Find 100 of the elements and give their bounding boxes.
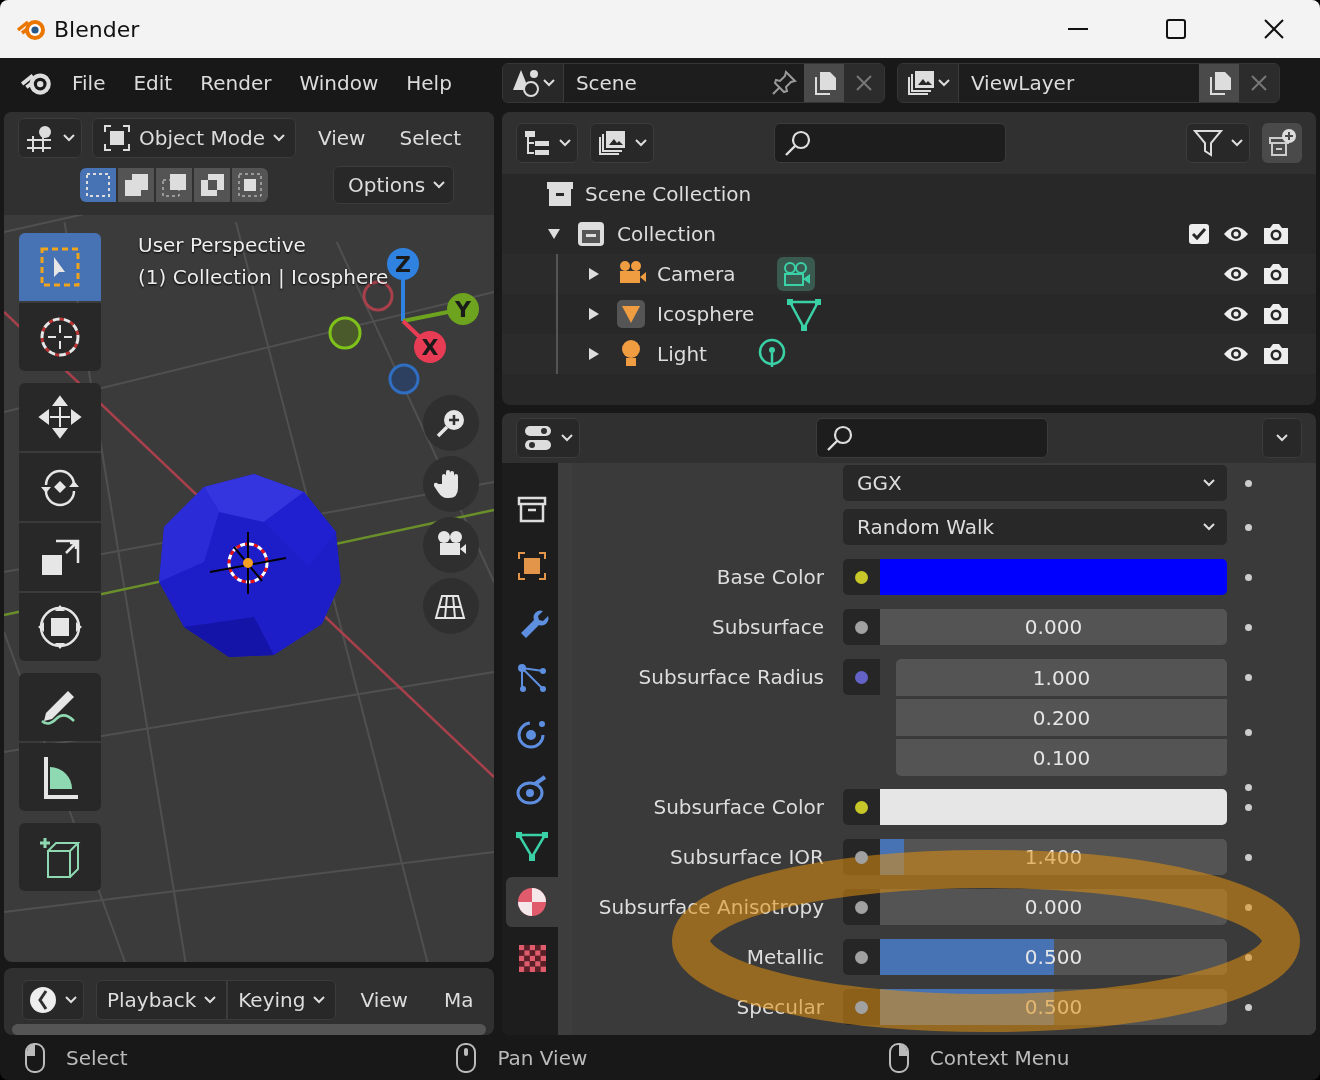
tool-settings-dropdown[interactable] [18,118,82,158]
tool-button[interactable] [19,743,101,811]
expanded-arrow-icon[interactable] [547,227,561,241]
keyframe-dot[interactable] [1245,854,1252,861]
socket-slot[interactable] [843,609,880,645]
duplicate-button[interactable] [1198,64,1239,102]
display-mode-dropdown[interactable] [516,123,578,163]
negative-axis-circle[interactable] [328,316,362,350]
value-slider[interactable]: 0.000 [880,889,1227,925]
tool-button[interactable] [19,593,101,661]
navigation-button[interactable] [423,456,479,512]
maximize-icon [1166,19,1186,39]
view-layer-name-field[interactable]: ViewLayer [958,64,1199,102]
search-field[interactable] [774,123,1006,163]
search-field[interactable] [816,418,1048,458]
socket-slot[interactable] [843,939,880,975]
camera-icon[interactable] [1262,262,1290,286]
selection-mode-button[interactable] [194,168,230,202]
vector-value-field[interactable]: 1.000 [896,659,1227,696]
eye-icon[interactable] [1222,264,1250,284]
keyframe-dot[interactable] [1245,784,1252,791]
properties-tab[interactable] [506,877,558,927]
editor-type-dropdown[interactable] [516,418,580,458]
header-menu[interactable]: Select [387,126,474,150]
dropdown-field[interactable]: Random Walk [843,509,1227,545]
timeline-menu-dropdown[interactable]: Keying [227,980,337,1020]
outliner-item-name[interactable]: Scene Collection [585,182,752,206]
socket-slot[interactable] [843,889,880,925]
tool-button[interactable] [19,523,101,591]
socket-slot[interactable] [843,839,880,875]
menu-item[interactable]: Render [186,71,286,95]
keyframe-dot[interactable] [1245,904,1252,911]
tool-button[interactable] [19,453,101,521]
keyframe-dot[interactable] [1245,624,1252,631]
keyframe-dot[interactable] [1245,729,1252,736]
pin-button[interactable] [763,64,804,102]
options-dropdown[interactable]: Options [333,166,455,204]
socket-slot[interactable] [843,559,880,595]
tool-button[interactable] [19,383,101,451]
scene-name-field[interactable]: Scene [563,64,764,102]
menu-item[interactable]: Edit [119,71,187,95]
keyframe-dot[interactable] [1245,574,1252,581]
keyframe-dot[interactable] [1245,954,1252,961]
keyframe-dot[interactable] [1245,1004,1252,1011]
view-layer-dropdown[interactable] [590,123,654,163]
navigation-button[interactable] [423,517,479,573]
keyframe-dot[interactable] [1245,804,1252,811]
view-layer-type-dropdown[interactable] [897,64,959,102]
navigation-button[interactable] [423,578,479,634]
search-icon [783,128,813,158]
keyframe-dot[interactable] [1245,524,1252,531]
scene-type-dropdown[interactable] [502,64,564,102]
timeline-menu[interactable]: View [348,988,420,1012]
camera-icon[interactable] [1262,302,1290,326]
camera-icon[interactable] [1262,342,1290,366]
menu-item[interactable]: File [58,71,120,95]
selection-mode-button[interactable] [232,168,268,202]
eye-icon[interactable] [1222,224,1250,244]
selection-mode-button[interactable] [118,168,154,202]
collapsed-arrow-icon[interactable] [587,267,601,281]
chevron-down-icon [1231,139,1243,147]
vector-value-field[interactable]: 0.100 [896,739,1227,776]
vector-value-field[interactable]: 0.200 [896,699,1227,736]
tool-button[interactable] [19,823,101,891]
dropdown-field[interactable]: GGX [843,465,1227,501]
collapsed-arrow-icon[interactable] [587,307,601,321]
tool-button[interactable] [19,673,101,741]
timeline-menu[interactable]: Ma [431,988,486,1012]
keyframe-dot[interactable] [1245,674,1252,681]
editor-type-dropdown[interactable] [22,980,84,1020]
filter-dropdown[interactable] [1186,123,1250,163]
collapsed-arrow-icon[interactable] [587,347,601,361]
menu-item[interactable]: Help [392,71,466,95]
timeline-menu-dropdown[interactable]: Playback [96,980,228,1020]
menu-item[interactable]: Window [285,71,393,95]
new-collection-button[interactable] [1262,123,1302,163]
header-menu[interactable]: View [306,126,378,150]
camera-data-icon[interactable] [775,256,816,292]
eye-icon[interactable] [1222,344,1250,364]
outliner-item-name[interactable]: Camera [657,262,736,286]
axis-gizmo-drawing[interactable]: Z Y X [387,248,479,363]
outliner-item-name[interactable]: Collection [617,222,716,246]
timeline-scrollbar[interactable] [12,1024,486,1035]
outliner-item-name[interactable]: Icosphere [657,302,755,326]
navigation-button[interactable] [423,395,479,451]
color-swatch[interactable] [880,789,1227,825]
outliner-item-name[interactable]: Light [657,342,707,366]
selection-mode-button[interactable] [156,168,192,202]
checked-checkbox[interactable] [1188,223,1210,245]
eye-icon[interactable] [1222,304,1250,324]
socket-slot[interactable] [843,789,880,825]
tool-button[interactable] [19,303,101,371]
value-slider[interactable]: 0.000 [880,609,1227,645]
camera-icon[interactable] [1262,222,1290,246]
duplicate-button[interactable] [803,64,844,102]
3d-viewport[interactable]: Z Y X Object Mode View Select Options User Perspective (1) Collection | Icosphere [4,112,494,962]
selection-mode-button[interactable] [80,168,116,202]
mode-dropdown[interactable]: Object Mode [92,118,296,158]
keyframe-dot[interactable] [1245,480,1252,487]
color-swatch[interactable] [880,559,1227,595]
